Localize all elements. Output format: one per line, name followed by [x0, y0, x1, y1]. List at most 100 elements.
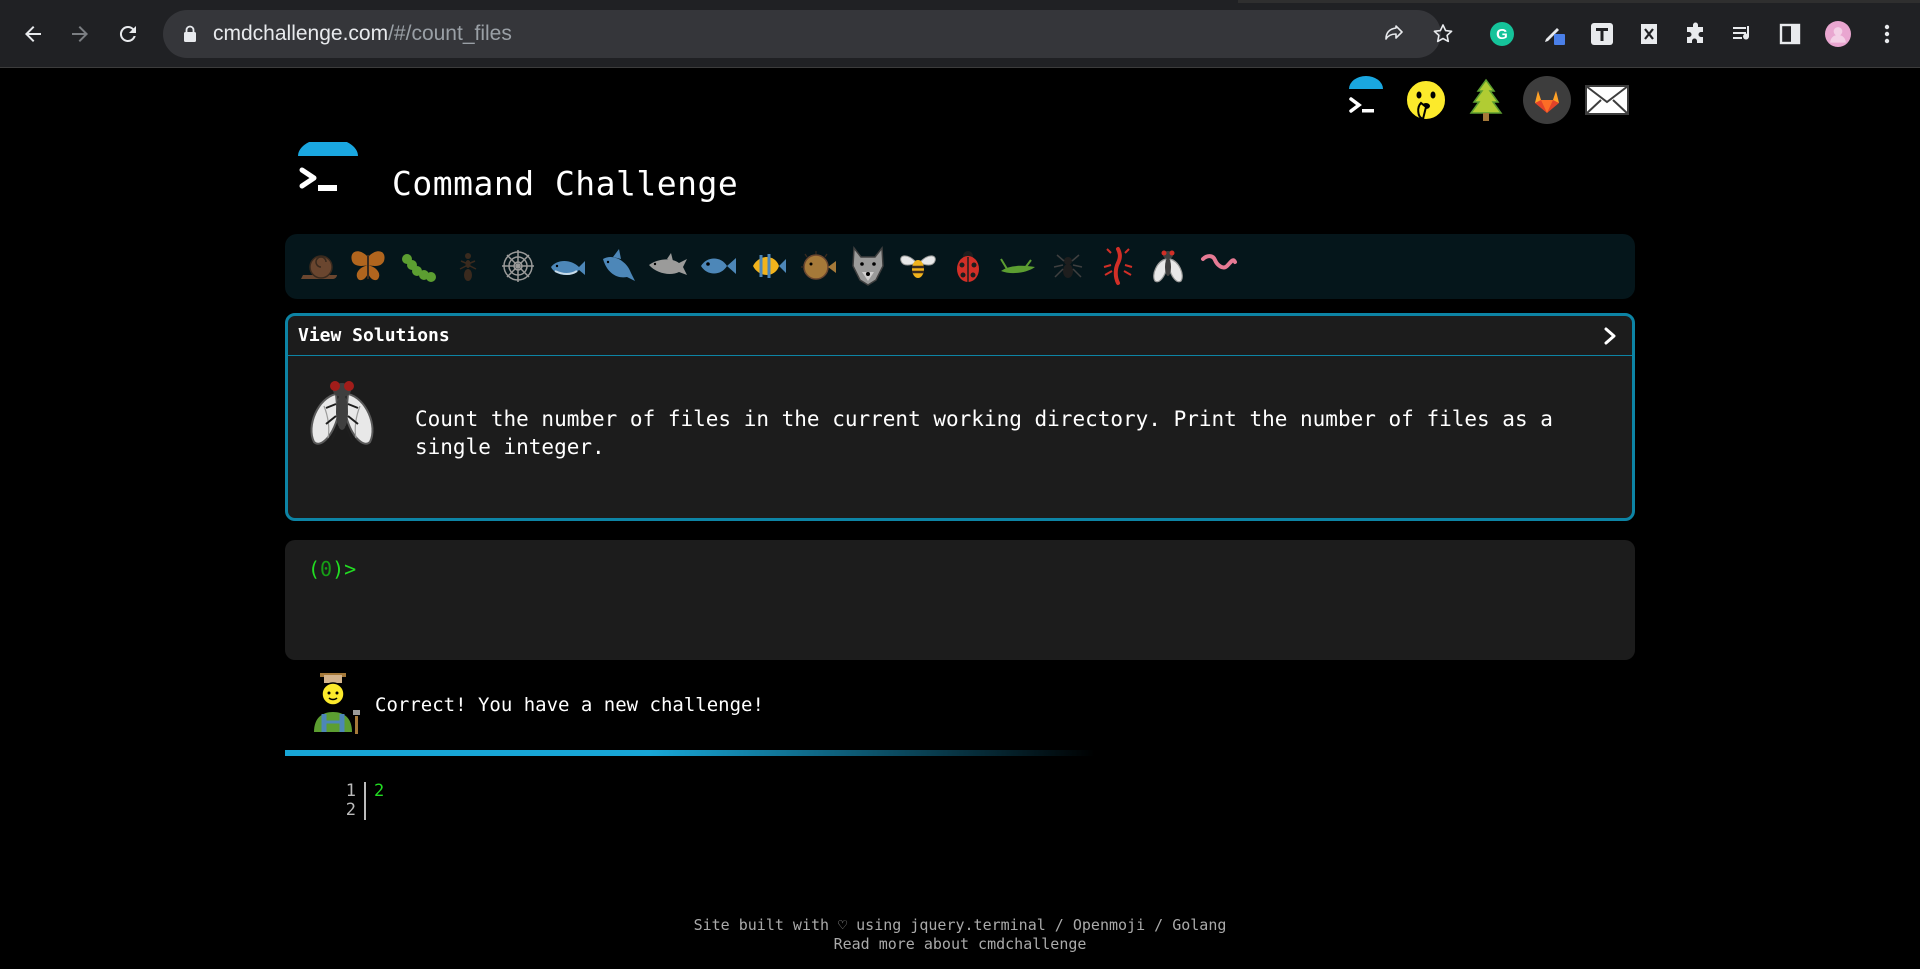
critter-whale[interactable] [543, 241, 593, 291]
critter-fly[interactable] [1143, 241, 1193, 291]
grammarly-extension[interactable]: G [1487, 19, 1517, 49]
text-t-icon [1591, 23, 1613, 45]
snail-icon [301, 255, 337, 279]
page-footer: Site built with ♡ using jquery.terminal … [0, 916, 1920, 954]
line-number: 2 [345, 800, 356, 820]
puzzle-extensions-icon [1687, 22, 1703, 43]
line-number: 1 [345, 781, 356, 801]
text-extension[interactable] [1587, 19, 1617, 49]
critter-caterpillar[interactable] [393, 241, 443, 291]
gutter-divider [364, 782, 366, 820]
worm-icon [1201, 254, 1237, 270]
critter-fish[interactable] [693, 241, 743, 291]
critter-bee[interactable] [893, 241, 943, 291]
extensions-button[interactable] [1681, 19, 1711, 49]
ant-icon [459, 253, 477, 281]
forward-button[interactable] [60, 14, 100, 54]
shushing-face-icon [1405, 79, 1447, 121]
chevron-right-icon [1604, 327, 1616, 345]
prompt-counter: 0 [320, 557, 333, 581]
result-message: Correct! You have a new challenge! [375, 694, 764, 716]
email-link[interactable] [1579, 72, 1635, 128]
caterpillar-icon [402, 254, 436, 282]
home-terminal-link[interactable] [1338, 72, 1394, 128]
blowfish-icon [801, 251, 836, 280]
whale-icon [551, 261, 585, 276]
side-panel-button[interactable] [1775, 19, 1805, 49]
share-icon[interactable] [1382, 22, 1406, 46]
terminal-logo-icon [1349, 76, 1383, 113]
spider-web-icon [502, 250, 534, 282]
url-path: /#/count_files [388, 22, 512, 45]
critter-scorpion[interactable] [1093, 241, 1143, 291]
back-arrow-icon [25, 26, 41, 42]
media-queue-button[interactable] [1728, 19, 1758, 49]
spider-icon [1053, 254, 1083, 278]
address-bar[interactable]: cmdchallenge.com/#/count_files [163, 10, 1453, 58]
xcode-icon [1641, 24, 1657, 44]
url-host: cmdchallenge.com [213, 22, 389, 45]
fly-icon [310, 381, 374, 445]
shark-icon [603, 249, 635, 281]
envelope-icon [1585, 85, 1629, 115]
tropical-fish-icon [753, 254, 786, 278]
view-solutions-label: View Solutions [298, 325, 450, 346]
critter-ant[interactable] [443, 241, 493, 291]
bee-icon [900, 255, 936, 278]
url-text: cmdchallenge.com/#/count_files [213, 22, 512, 46]
challenge-critter-bar [285, 234, 1635, 299]
gitlab-link[interactable] [1519, 72, 1575, 128]
output-value: 2 [374, 781, 385, 801]
tree-icon [1469, 78, 1503, 121]
browser-toolbar: cmdchallenge.com/#/count_files G [0, 0, 1920, 68]
back-button[interactable] [13, 14, 53, 54]
prompt-open: ( [308, 557, 321, 581]
critter-blowfish[interactable] [793, 241, 843, 291]
critter-dolphin[interactable] [643, 241, 693, 291]
pen-extension[interactable] [1539, 19, 1569, 49]
critter-worm[interactable] [1193, 241, 1243, 291]
critter-spider-web[interactable] [493, 241, 543, 291]
side-panel-icon [1779, 23, 1801, 45]
scorpion-icon [1103, 247, 1133, 285]
fly-icon [1153, 250, 1183, 283]
critter-cricket[interactable] [993, 241, 1043, 291]
profile-button[interactable] [1823, 19, 1853, 49]
command-challenge-logo [298, 142, 358, 191]
reload-button[interactable] [108, 14, 148, 54]
view-solutions-toggle[interactable]: View Solutions [288, 316, 1632, 356]
footer-about-link[interactable]: Read more about cmdchallenge [0, 935, 1920, 954]
terminal-prompt: (0)> [308, 557, 356, 581]
grammarly-icon: G [1490, 22, 1514, 46]
prompt-close: )> [332, 557, 357, 581]
challenge-description: Count the number of files in the current… [415, 407, 1553, 459]
critter-wolf[interactable] [843, 241, 893, 291]
critter-spider[interactable] [1043, 241, 1093, 291]
bookmark-star-icon[interactable] [1431, 22, 1455, 46]
critter-butterfly[interactable] [343, 241, 393, 291]
reload-icon [119, 25, 136, 42]
tree-link[interactable] [1458, 72, 1514, 128]
xcode-extension[interactable] [1634, 19, 1664, 49]
shushing-face-link[interactable] [1398, 72, 1454, 128]
terminal-input[interactable]: (0)> [285, 540, 1635, 660]
challenge-progress-bar [285, 750, 1095, 756]
kebab-menu-icon [1884, 24, 1890, 44]
critter-snail[interactable] [293, 241, 343, 291]
page-title: Command Challenge [392, 164, 739, 203]
chrome-menu-button[interactable] [1872, 19, 1902, 49]
tab-strip-edge [1238, 0, 1920, 3]
fish-icon [701, 258, 736, 274]
wolf-icon [852, 245, 884, 286]
page-content: Command Challenge View Solutions Count t… [0, 68, 1920, 969]
farmer-icon [314, 673, 360, 734]
critter-shark[interactable] [593, 241, 643, 291]
critter-tropical-fish[interactable] [743, 241, 793, 291]
forward-arrow-icon [72, 26, 88, 42]
butterfly-icon [351, 251, 385, 281]
cricket-icon [1000, 258, 1035, 274]
critter-ladybug[interactable] [943, 241, 993, 291]
challenge-card: View Solutions Count the number of files… [285, 313, 1635, 521]
profile-avatar [1825, 21, 1851, 47]
footer-credits[interactable]: Site built with ♡ using jquery.terminal … [0, 916, 1920, 935]
